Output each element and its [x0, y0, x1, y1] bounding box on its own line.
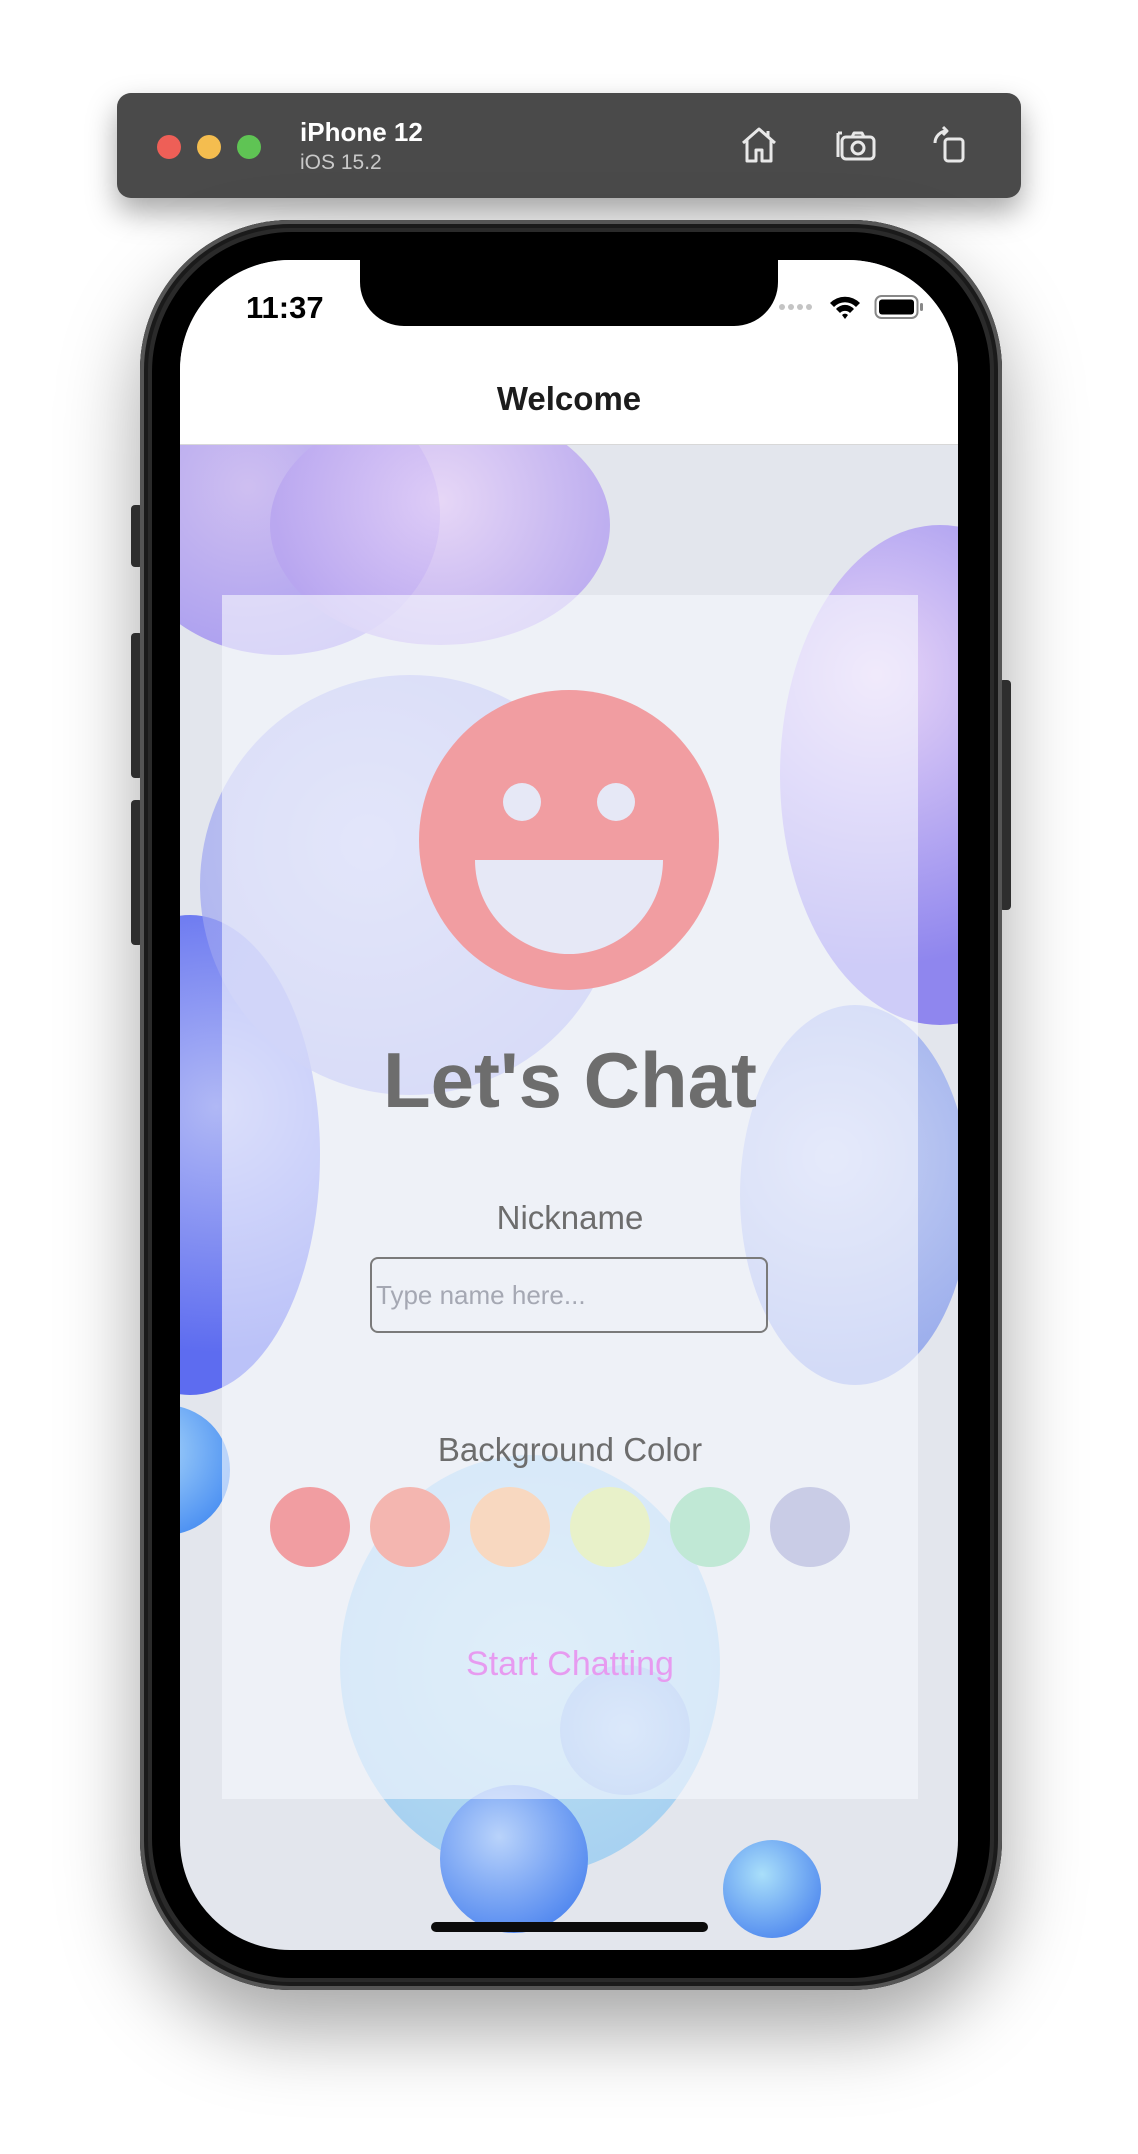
wifi-icon	[830, 296, 860, 319]
window-zoom-button[interactable]	[237, 135, 261, 159]
simulator-toolbar: iPhone 12 iOS 15.2	[117, 93, 1021, 198]
window-close-button[interactable]	[157, 135, 181, 159]
battery-icon	[874, 295, 923, 319]
navigation-bar: Welcome	[180, 360, 958, 445]
color-swatch-mint[interactable]	[670, 1487, 750, 1567]
nav-title: Welcome	[496, 380, 642, 417]
smiley-icon	[419, 690, 719, 990]
background-color-label: Background Color	[437, 1431, 703, 1468]
color-swatch-lavender[interactable]	[770, 1487, 850, 1567]
color-swatch-peach[interactable]	[470, 1487, 550, 1567]
status-icons	[778, 294, 924, 320]
background-blob	[440, 1785, 588, 1933]
background-blob	[723, 1840, 821, 1938]
welcome-card: Let's Chat Nickname Background Color Sta…	[222, 595, 918, 1799]
nickname-input[interactable]	[370, 1257, 768, 1333]
rotate-icon[interactable]	[925, 121, 973, 169]
color-swatch-lime[interactable]	[570, 1487, 650, 1567]
color-swatch-salmon[interactable]	[370, 1487, 450, 1567]
status-bar: 11:37	[180, 260, 958, 360]
start-chatting-button[interactable]: Start Chatting	[222, 1645, 918, 1684]
screenshot-icon[interactable]	[833, 121, 881, 169]
color-swatch-red[interactable]	[270, 1487, 350, 1567]
os-version: iOS 15.2	[300, 151, 382, 174]
device-name: iPhone 12	[300, 117, 423, 147]
home-icon[interactable]	[735, 121, 783, 169]
status-time: 11:37	[246, 290, 324, 325]
window-minimize-button[interactable]	[197, 135, 221, 159]
home-indicator[interactable]	[431, 1922, 708, 1932]
color-swatch-picker	[270, 1487, 870, 1567]
app-title: Let's Chat	[383, 1036, 757, 1124]
phone-screen: 11:37 Welcome Let's Chat Nickname Type n…	[180, 260, 958, 1950]
cellular-icon	[779, 304, 812, 310]
nickname-label: Nickname	[496, 1199, 644, 1236]
welcome-content: Let's Chat Nickname Background Color Sta…	[180, 445, 958, 1950]
notch	[360, 260, 778, 326]
